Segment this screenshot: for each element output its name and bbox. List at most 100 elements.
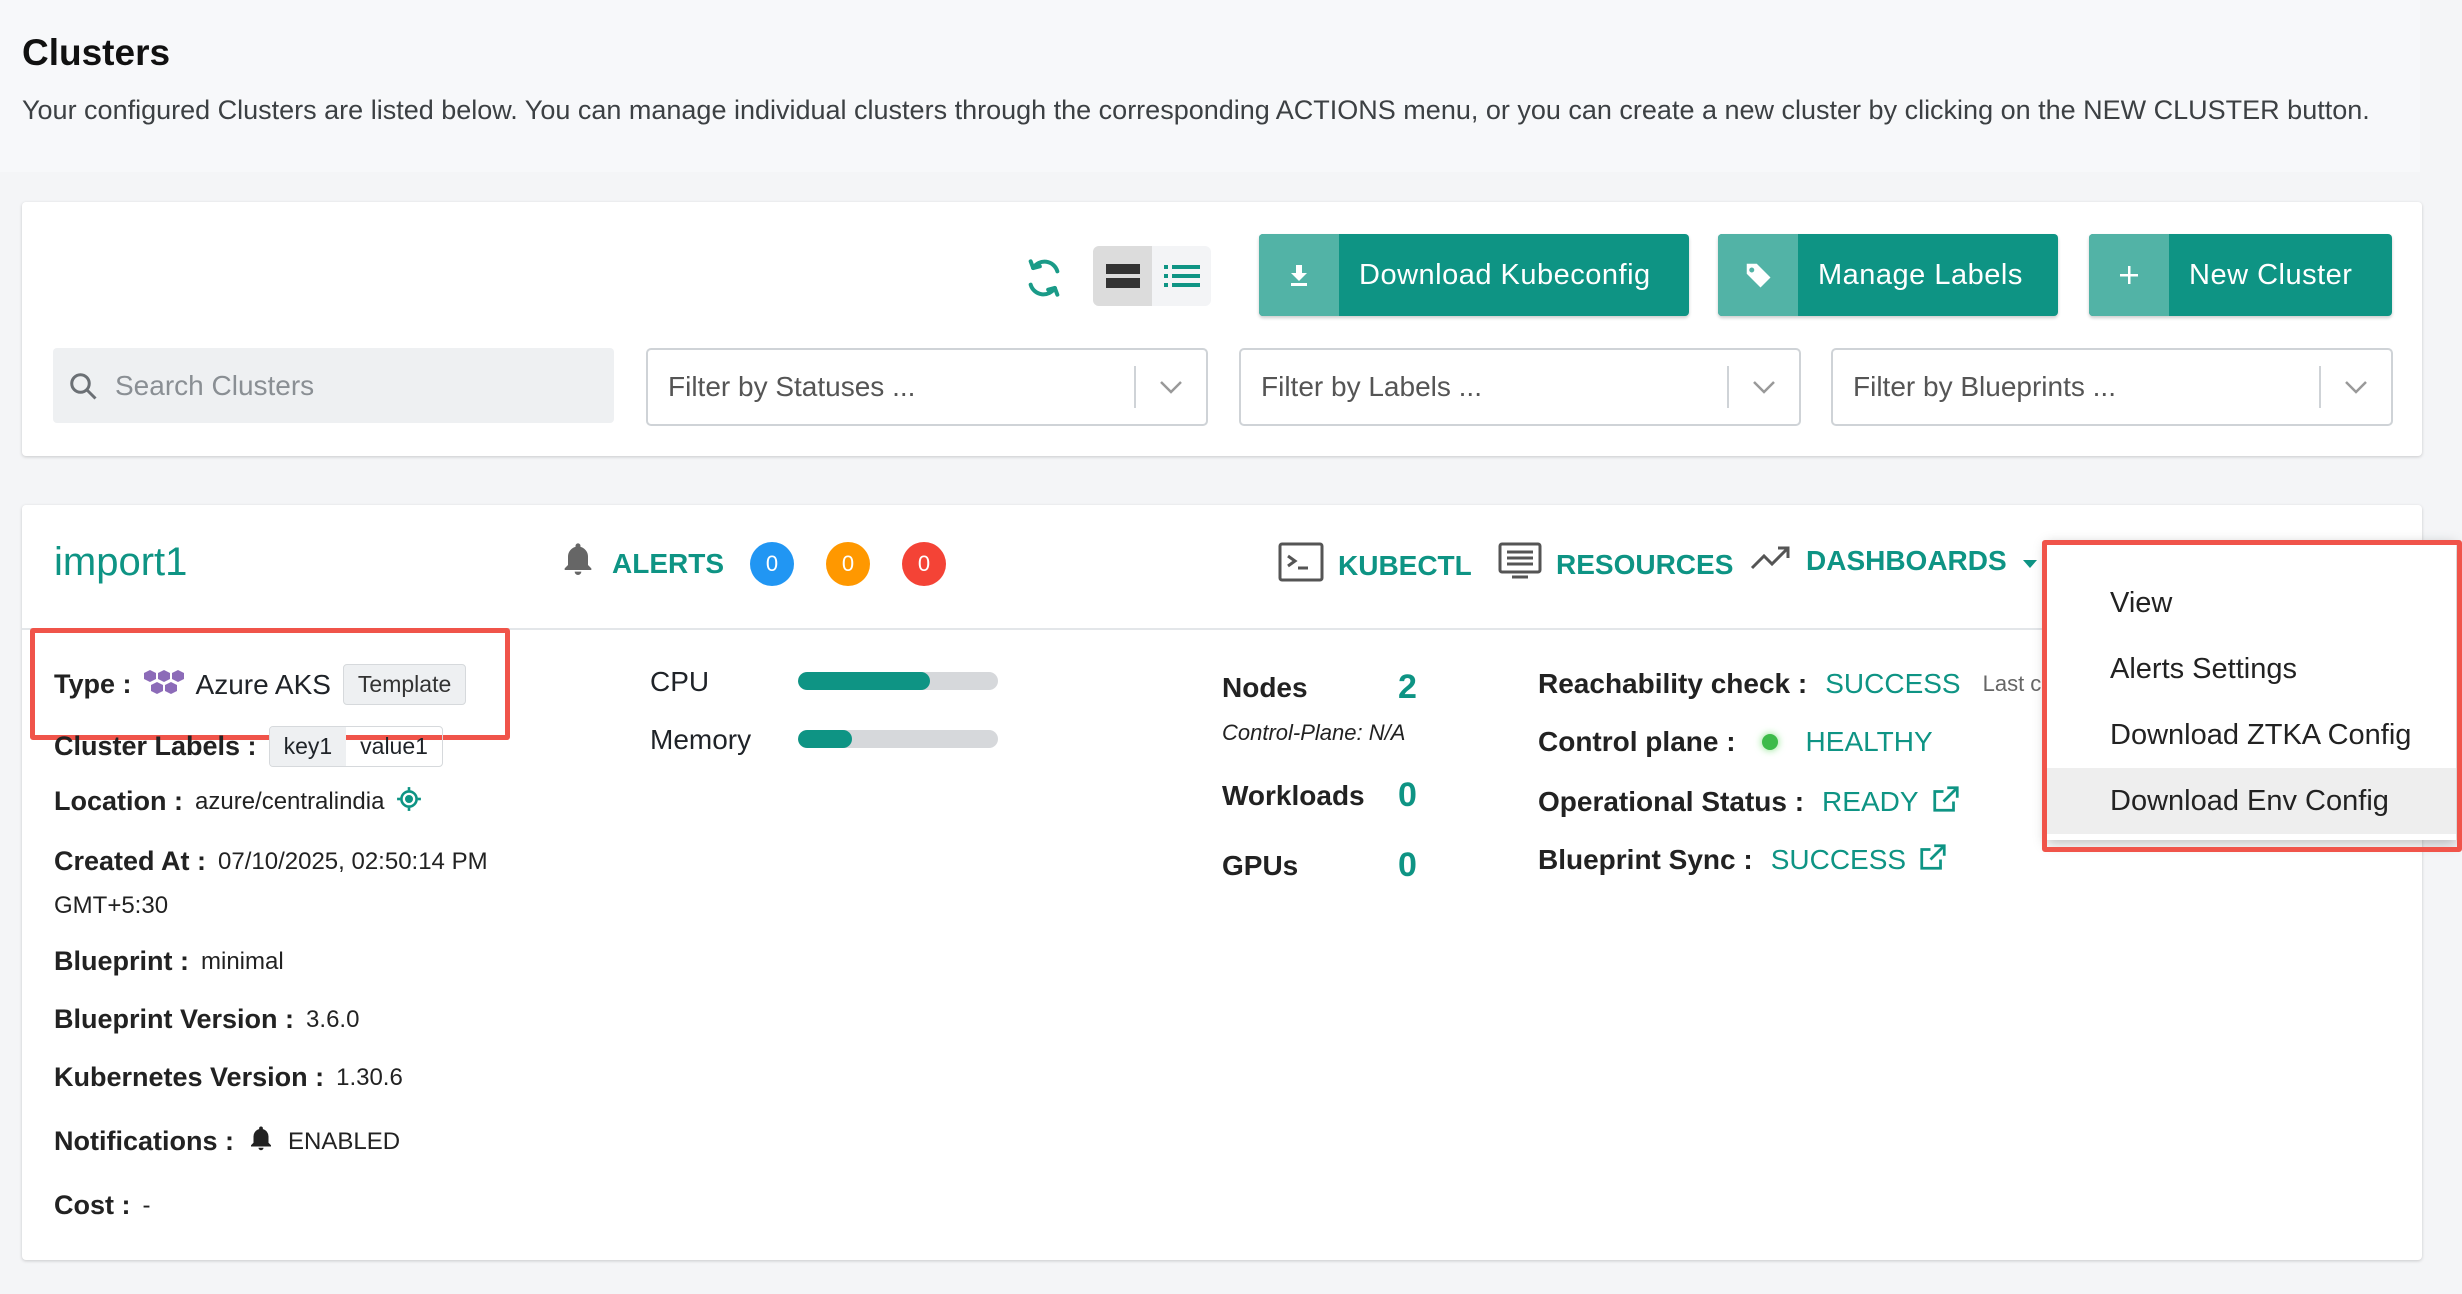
alerts-label: ALERTS bbox=[612, 547, 724, 579]
kubectl-link[interactable]: KUBECTL bbox=[1278, 542, 1472, 589]
control-plane-value: HEALTHY bbox=[1805, 726, 1933, 757]
download-kubeconfig-label: Download Kubeconfig bbox=[1359, 258, 1651, 291]
blueprint-version-row: Blueprint Version : 3.6.0 bbox=[54, 1004, 359, 1035]
cluster-labels-label: Cluster Labels : bbox=[54, 731, 257, 761]
alert-count-warning[interactable]: 0 bbox=[826, 541, 870, 586]
memory-label: Memory bbox=[650, 724, 752, 755]
download-icon bbox=[1259, 234, 1339, 316]
control-plane-row: Control plane : HEALTHY bbox=[1538, 726, 1933, 758]
bell-icon bbox=[558, 540, 598, 587]
filter-statuses-select[interactable]: Filter by Statuses ... bbox=[646, 348, 1208, 426]
created-at-value: 07/10/2025, 02:50:14 PM bbox=[218, 847, 488, 875]
operational-status-row: Operational Status : READY bbox=[1538, 784, 1961, 819]
blueprint-version-value: 3.6.0 bbox=[306, 1005, 360, 1033]
trending-up-icon bbox=[1750, 542, 1792, 579]
page-title: Clusters bbox=[22, 32, 171, 73]
location-value: azure/centralindia bbox=[195, 787, 385, 815]
label-chip: key1 value1 bbox=[268, 726, 443, 767]
chevron-down-icon[interactable] bbox=[2321, 379, 2391, 395]
cpu-label: CPU bbox=[650, 666, 710, 697]
control-plane-label: Control plane : bbox=[1538, 726, 1736, 757]
control-plane-note: Control-Plane: N/A bbox=[1222, 720, 1406, 745]
reachability-value: SUCCESS bbox=[1825, 668, 1961, 699]
card-view-icon[interactable] bbox=[1093, 246, 1152, 306]
kubernetes-version-label: Kubernetes Version : bbox=[54, 1062, 325, 1092]
blueprint-value: minimal bbox=[201, 947, 284, 975]
menu-highlight-box bbox=[2042, 540, 2462, 852]
dashboards-label: DASHBOARDS bbox=[1806, 544, 2007, 576]
reachability-row: Reachability check : SUCCESS Last chec bbox=[1538, 668, 2077, 700]
label-key: key1 bbox=[269, 727, 347, 766]
cost-value: - bbox=[142, 1191, 151, 1219]
blueprint-sync-row: Blueprint Sync : SUCCESS bbox=[1538, 842, 1948, 877]
terminal-icon bbox=[1278, 542, 1324, 589]
list-icon bbox=[1498, 542, 1542, 587]
filter-blueprints-placeholder: Filter by Blueprints ... bbox=[1853, 371, 2116, 402]
cost-label: Cost : bbox=[54, 1190, 131, 1220]
alerts-link[interactable]: ALERTS 0 0 0 bbox=[558, 540, 946, 587]
gpus-label: GPUs bbox=[1222, 850, 1299, 881]
kubernetes-version-value: 1.30.6 bbox=[336, 1063, 403, 1091]
alert-count-info[interactable]: 0 bbox=[750, 541, 794, 586]
blueprint-version-label: Blueprint Version : bbox=[54, 1004, 295, 1034]
bell-icon bbox=[246, 1124, 276, 1159]
page-description: Your configured Clusters are listed belo… bbox=[22, 95, 2370, 125]
label-value: value1 bbox=[360, 733, 428, 759]
cost-row: Cost : - bbox=[54, 1190, 151, 1221]
caret-down-icon bbox=[2021, 545, 2039, 577]
cluster-labels-row: Cluster Labels : key1 value1 bbox=[54, 726, 443, 767]
workloads-label: Workloads bbox=[1222, 780, 1365, 811]
external-link-icon[interactable] bbox=[1918, 842, 1948, 877]
notifications-row: Notifications : ENABLED bbox=[54, 1124, 400, 1159]
cpu-usage-bar bbox=[798, 672, 998, 690]
dashboards-dropdown[interactable]: DASHBOARDS bbox=[1750, 542, 2039, 579]
chevron-down-icon[interactable] bbox=[1136, 379, 1206, 395]
created-at-label: Created At : bbox=[54, 846, 207, 876]
reachability-label: Reachability check : bbox=[1538, 668, 1808, 699]
gpus-value[interactable]: 0 bbox=[1398, 846, 1417, 885]
resources-link[interactable]: RESOURCES bbox=[1498, 542, 1733, 587]
operational-status-label: Operational Status : bbox=[1538, 785, 1805, 817]
workloads-value[interactable]: 0 bbox=[1398, 776, 1417, 815]
alert-count-critical[interactable]: 0 bbox=[902, 541, 946, 586]
type-highlight-box bbox=[30, 628, 510, 740]
location-pin-icon[interactable] bbox=[396, 786, 422, 817]
notifications-value: ENABLED bbox=[288, 1127, 401, 1155]
new-cluster-label: New Cluster bbox=[2189, 258, 2353, 291]
refresh-icon[interactable] bbox=[1018, 252, 1070, 304]
plus-icon bbox=[2089, 234, 2169, 316]
cluster-name-link[interactable]: import1 bbox=[54, 540, 187, 585]
blueprint-row: Blueprint : minimal bbox=[54, 946, 284, 977]
kubectl-label: KUBECTL bbox=[1338, 549, 1472, 581]
blueprint-label: Blueprint : bbox=[54, 946, 189, 976]
new-cluster-button[interactable]: New Cluster bbox=[2089, 234, 2392, 316]
created-at-timezone: GMT+5:30 bbox=[54, 892, 169, 919]
filter-labels-select[interactable]: Filter by Labels ... bbox=[1239, 348, 1801, 426]
operational-status-value: READY bbox=[1822, 785, 1919, 817]
blueprint-sync-label: Blueprint Sync : bbox=[1538, 843, 1753, 875]
search-icon bbox=[53, 371, 113, 401]
notifications-label: Notifications : bbox=[54, 1126, 234, 1156]
nodes-value[interactable]: 2 bbox=[1398, 668, 1417, 707]
filter-labels-placeholder: Filter by Labels ... bbox=[1261, 371, 1482, 402]
memory-usage-fill bbox=[798, 730, 852, 748]
search-input[interactable] bbox=[113, 368, 587, 403]
status-dot-icon bbox=[1761, 734, 1778, 750]
header-band bbox=[0, 0, 2420, 172]
location-label: Location : bbox=[54, 786, 183, 816]
view-toggle bbox=[1093, 246, 1211, 306]
download-kubeconfig-button[interactable]: Download Kubeconfig bbox=[1259, 234, 1689, 316]
tag-icon bbox=[1718, 234, 1798, 316]
cpu-usage-fill bbox=[798, 672, 930, 690]
kubernetes-version-row: Kubernetes Version : 1.30.6 bbox=[54, 1062, 403, 1093]
list-view-icon[interactable] bbox=[1152, 246, 1211, 306]
search-box bbox=[53, 348, 614, 423]
location-row: Location : azure/centralindia bbox=[54, 786, 422, 817]
created-at-row: Created At : 07/10/2025, 02:50:14 PM bbox=[54, 846, 488, 877]
manage-labels-button[interactable]: Manage Labels bbox=[1718, 234, 2058, 316]
chevron-down-icon[interactable] bbox=[1729, 379, 1799, 395]
nodes-label: Nodes bbox=[1222, 672, 1308, 703]
external-link-icon[interactable] bbox=[1931, 784, 1961, 819]
filter-statuses-placeholder: Filter by Statuses ... bbox=[668, 371, 916, 402]
filter-blueprints-select[interactable]: Filter by Blueprints ... bbox=[1831, 348, 2393, 426]
